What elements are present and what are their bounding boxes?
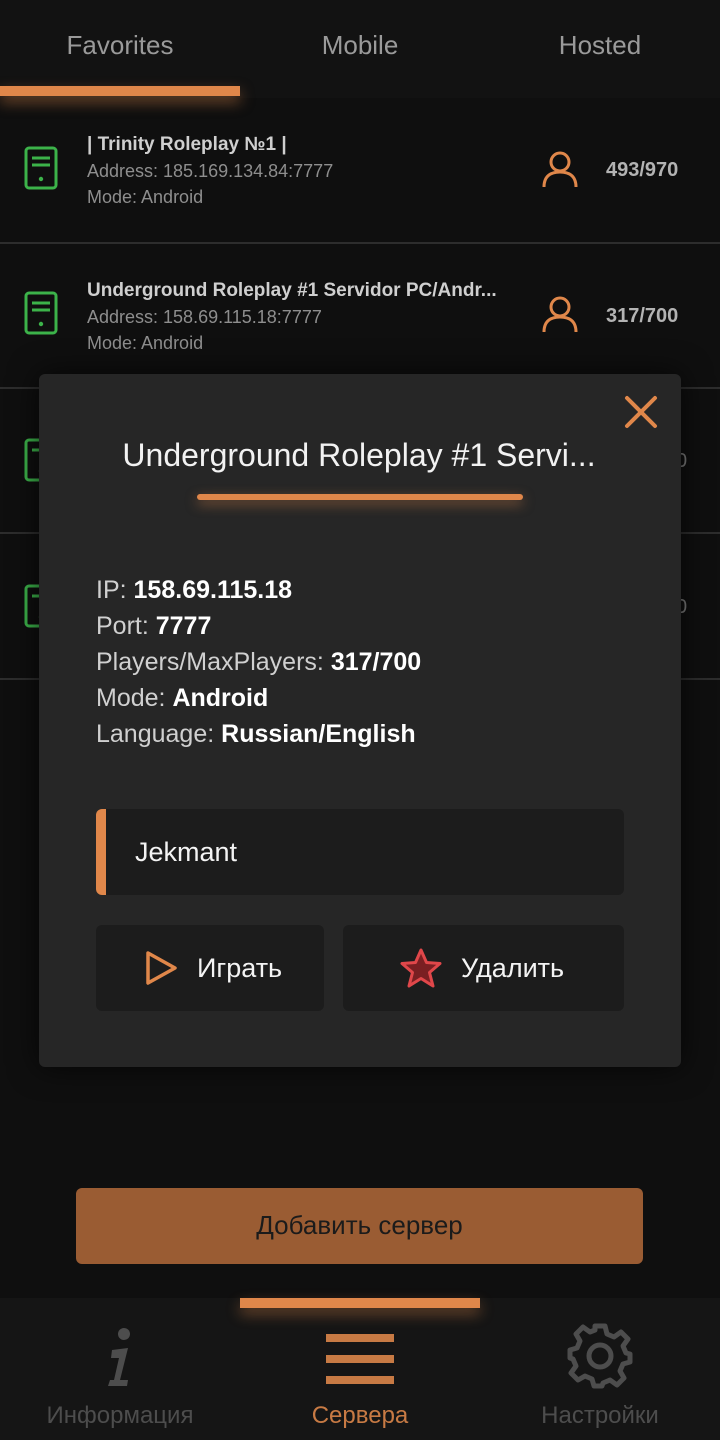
players-value: 317/700 [330,648,422,676]
play-button[interactable]: Играть [96,925,324,1011]
nav-item-servers[interactable]: Сервера [240,1298,480,1440]
nickname-value[interactable]: Jekmant [135,837,237,868]
mode-value: Android [172,684,269,712]
server-name: Underground Roleplay #1 Servidor PC/Andr… [87,280,497,301]
tab-mobile[interactable]: Mobile [240,30,480,61]
top-tabs: Favorites Mobile Hosted [0,0,720,98]
language-label: Language: [96,720,215,748]
title-underline [197,494,523,500]
player-count: 317/700 [606,305,679,327]
nav-label-settings: Настройки [541,1402,659,1429]
ip-label: IP: [96,576,127,604]
info-mode: Mode: Android [96,684,268,713]
close-icon[interactable] [621,392,661,432]
star-icon [400,948,442,988]
server-icon [24,146,58,190]
bottom-navigation: Информация Сервера Настройки [0,1298,720,1440]
add-server-label: Добавить сервер [256,1210,463,1240]
server-row[interactable]: | Trinity Roleplay №1 | Address: 185.169… [0,98,720,244]
nav-item-info[interactable]: Информация [0,1298,240,1440]
info-ip: IP: 158.69.115.18 [96,576,292,605]
tab-favorites[interactable]: Favorites [0,30,240,61]
mode-label: Mode: [96,684,166,712]
nav-label-info: Информация [46,1402,194,1429]
server-mode: Mode: Android [87,333,204,353]
player-count: 493/970 [606,159,679,181]
server-address: Address: 158.69.115.18:7777 [87,307,322,327]
dialog-title: Underground Roleplay #1 Servi... [122,437,596,473]
players-label: Players/MaxPlayers: [96,648,324,676]
language-value: Russian/English [221,720,416,748]
ip-value: 158.69.115.18 [133,576,293,604]
play-icon [146,951,177,985]
server-name: | Trinity Roleplay №1 | [87,134,287,155]
user-icon [542,151,578,188]
menu-icon [326,1334,394,1384]
port-value: 7777 [155,612,212,640]
info-icon [108,1328,130,1386]
tab-active-indicator [0,86,240,96]
server-mode: Mode: Android [87,187,204,207]
tab-hosted[interactable]: Hosted [480,30,720,61]
nav-item-settings[interactable]: Настройки [480,1298,720,1440]
play-label: Играть [197,953,283,983]
info-players: Players/MaxPlayers: 317/700 [96,648,421,677]
server-row[interactable]: Underground Roleplay #1 Servidor PC/Andr… [0,243,720,389]
add-server-button[interactable]: Добавить сервер [76,1188,643,1264]
server-details-dialog: Underground Roleplay #1 Servi... IP: 158… [39,374,681,1067]
nickname-field[interactable]: Jekmant [96,809,624,895]
server-icon [24,291,58,335]
port-label: Port: [96,612,149,640]
user-icon [542,296,578,333]
nav-label-servers: Сервера [311,1402,409,1429]
delete-button[interactable]: Удалить [343,925,624,1011]
delete-label: Удалить [461,953,565,983]
server-address: Address: 185.169.134.84:7777 [87,161,334,181]
info-language: Language: Russian/English [96,720,416,749]
info-port: Port: 7777 [96,612,211,641]
nickname-accent-bar [96,809,106,895]
gear-icon [567,1323,633,1389]
